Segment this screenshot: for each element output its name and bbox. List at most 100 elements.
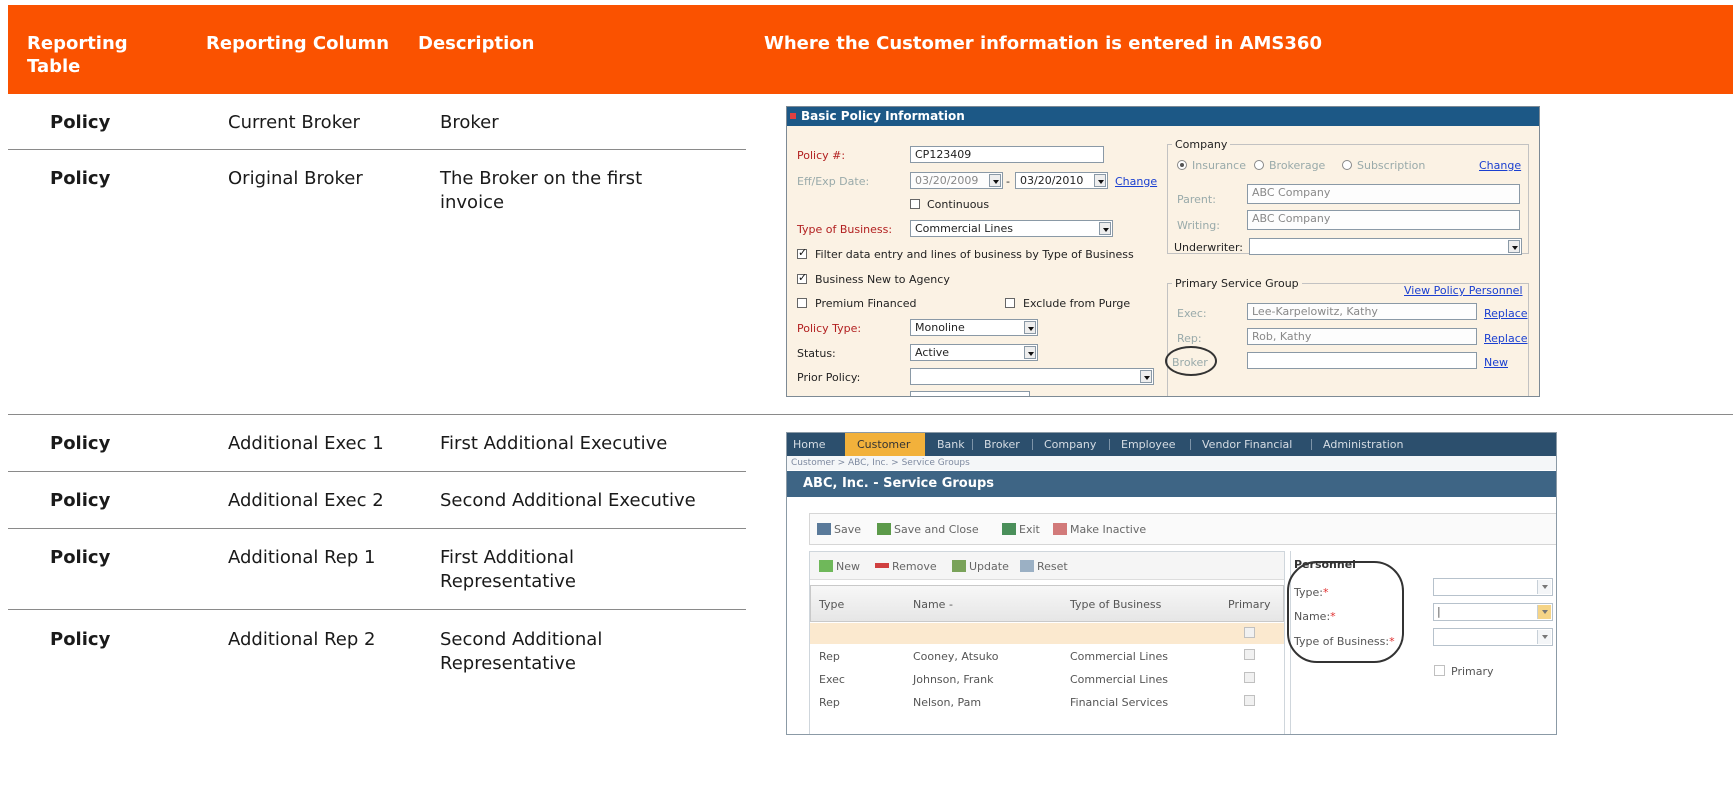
chevron-down-icon[interactable] <box>1537 605 1551 619</box>
row-type-of-business: Commercial Lines <box>1070 650 1168 663</box>
column-header-name[interactable]: Name - <box>913 598 953 611</box>
text-cursor: | <box>1437 605 1441 618</box>
exclude-purge-checkbox[interactable] <box>1005 298 1015 308</box>
reporting-table-cell: Policy <box>50 490 111 511</box>
primary-checkbox[interactable] <box>1244 627 1255 638</box>
policy-type-select[interactable]: Monoline <box>910 319 1038 336</box>
nav-bank[interactable]: Bank <box>937 433 965 456</box>
update-icon <box>952 560 966 572</box>
personnel-tob-select[interactable] <box>1433 628 1553 646</box>
rep-replace-link[interactable]: Replace <box>1484 332 1528 345</box>
reporting-table-cell: Policy <box>50 629 111 650</box>
make-inactive-button[interactable]: Make Inactive <box>1053 523 1146 536</box>
underwriter-select[interactable] <box>1249 238 1522 255</box>
premium-financed-checkbox[interactable] <box>797 298 807 308</box>
effective-date-input[interactable]: 03/20/2009 <box>910 172 1003 189</box>
policy-number-input[interactable]: CP123409 <box>910 146 1104 163</box>
remove-button[interactable]: Remove <box>875 560 937 573</box>
minus-icon <box>875 563 889 568</box>
filter-label: Filter data entry and lines of business … <box>815 248 1134 261</box>
chevron-down-icon[interactable] <box>1537 580 1551 594</box>
reporting-column-cell: Additional Rep 2 <box>228 629 376 650</box>
writing-company-input[interactable]: ABC Company <box>1247 210 1520 230</box>
reporting-column-cell: Original Broker <box>228 168 363 189</box>
business-new-label: Business New to Agency <box>815 273 950 286</box>
exec-input[interactable]: Lee-Karpelowitz, Kathy <box>1247 303 1477 320</box>
chevron-down-icon[interactable] <box>1099 222 1111 235</box>
column-header-type-of-business[interactable]: Type of Business <box>1070 598 1161 611</box>
column-header-primary[interactable]: Primary <box>1228 598 1271 611</box>
nav-vendor-financial[interactable]: Vendor Financial <box>1202 433 1292 456</box>
personnel-type-select[interactable] <box>1433 578 1553 596</box>
nav-home[interactable]: Home <box>793 433 825 456</box>
rep-label: Rep: <box>1177 332 1202 345</box>
view-policy-personnel-link[interactable]: View Policy Personnel <box>1404 284 1523 297</box>
row-name: Nelson, Pam <box>913 696 982 709</box>
insurance-label: Insurance <box>1192 159 1246 172</box>
update-button[interactable]: Update <box>952 560 1009 573</box>
nav-separator <box>1190 439 1191 450</box>
personnel-name-select[interactable]: | <box>1433 603 1553 621</box>
nav-broker[interactable]: Broker <box>984 433 1020 456</box>
rep-input[interactable]: Rob, Kathy <box>1247 328 1477 345</box>
reporting-column-cell: Additional Exec 1 <box>228 433 384 454</box>
row-divider <box>8 528 746 529</box>
nav-separator <box>1311 439 1312 450</box>
row-divider <box>8 471 746 472</box>
additional-field[interactable] <box>910 391 1030 396</box>
chevron-down-icon[interactable] <box>1024 346 1036 359</box>
primary-checkbox[interactable] <box>1244 672 1255 683</box>
row-name: Johnson, Frank <box>913 673 994 686</box>
chevron-down-icon[interactable] <box>1508 240 1520 253</box>
exit-button[interactable]: Exit <box>1002 523 1040 536</box>
breadcrumb: Customer > ABC, Inc. > Service Groups <box>787 456 1556 470</box>
reporting-table-cell: Policy <box>50 433 111 454</box>
table-header: Reporting Table Reporting Column Descrip… <box>8 5 1733 94</box>
exec-replace-link[interactable]: Replace <box>1484 307 1528 320</box>
reporting-column-cell: Additional Rep 1 <box>228 547 376 568</box>
new-row-highlight[interactable] <box>810 623 1284 644</box>
chevron-down-icon[interactable] <box>1094 174 1106 187</box>
plus-icon <box>819 560 833 572</box>
row-divider <box>8 609 746 610</box>
new-button[interactable]: New <box>819 560 860 573</box>
header-reporting-column: Reporting Column <box>206 33 390 54</box>
subscription-radio[interactable] <box>1342 160 1352 170</box>
nav-separator <box>1109 439 1110 450</box>
collapse-icon[interactable] <box>790 113 796 119</box>
filter-checkbox[interactable] <box>797 246 807 259</box>
change-date-link[interactable]: Change <box>1115 175 1157 188</box>
save-and-close-button[interactable]: Save and Close <box>877 523 979 536</box>
reset-button[interactable]: Reset <box>1020 560 1068 573</box>
nav-customer[interactable]: Customer <box>845 433 925 456</box>
column-header-type[interactable]: Type <box>819 598 844 611</box>
brokerage-label: Brokerage <box>1269 159 1326 172</box>
save-button[interactable]: Save <box>817 523 861 536</box>
nav-employee[interactable]: Employee <box>1121 433 1175 456</box>
broker-new-link[interactable]: New <box>1484 356 1508 369</box>
continuous-checkbox[interactable] <box>910 199 920 209</box>
prior-policy-select[interactable] <box>910 368 1154 385</box>
nav-company[interactable]: Company <box>1044 433 1096 456</box>
type-of-business-select[interactable]: Commercial Lines <box>910 220 1113 237</box>
grid-header-row <box>810 585 1284 622</box>
broker-input[interactable] <box>1247 352 1477 369</box>
personnel-primary-checkbox[interactable] <box>1434 665 1445 676</box>
status-select[interactable]: Active <box>910 344 1038 361</box>
brokerage-radio[interactable] <box>1254 160 1264 170</box>
chevron-down-icon[interactable] <box>1024 321 1036 334</box>
nav-administration[interactable]: Administration <box>1323 433 1404 456</box>
business-new-checkbox[interactable] <box>797 271 807 284</box>
company-change-link[interactable]: Change <box>1479 159 1521 172</box>
personnel-primary-label: Primary <box>1451 665 1494 678</box>
chevron-down-icon[interactable] <box>1537 630 1551 644</box>
chevron-down-icon[interactable] <box>1140 370 1152 383</box>
insurance-radio[interactable] <box>1177 160 1187 170</box>
chevron-down-icon[interactable] <box>989 174 1001 187</box>
primary-checkbox[interactable] <box>1244 649 1255 660</box>
reporting-table-cell: Policy <box>50 168 111 189</box>
primary-checkbox[interactable] <box>1244 695 1255 706</box>
expiration-date-input[interactable]: 03/20/2010 <box>1015 172 1108 189</box>
reporting-table-cell: Policy <box>50 112 111 133</box>
parent-company-input[interactable]: ABC Company <box>1247 184 1520 204</box>
